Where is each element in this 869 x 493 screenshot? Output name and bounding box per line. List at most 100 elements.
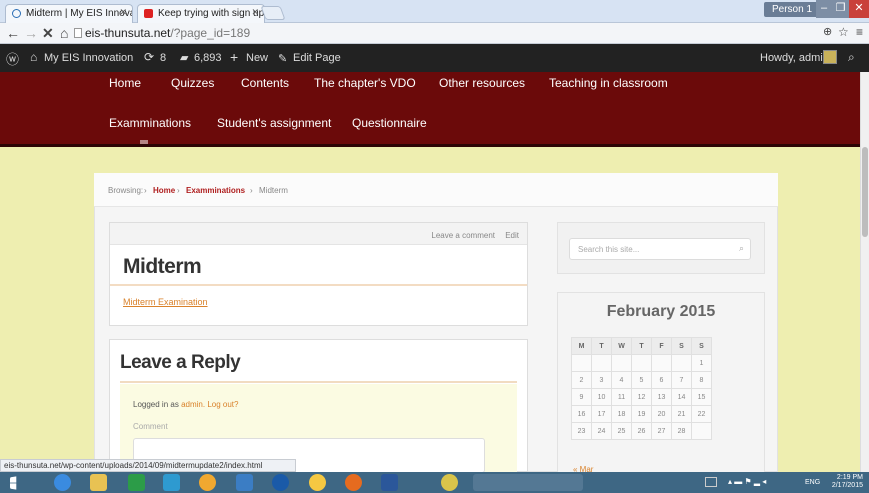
scrollbar-thumb[interactable]: [862, 147, 868, 237]
menu-contents[interactable]: Contents: [241, 76, 289, 90]
weekday-header: S: [691, 337, 712, 355]
calendar-day: 10: [591, 388, 612, 406]
page-icon: [74, 28, 82, 38]
new-tab-button[interactable]: [260, 6, 286, 20]
reply-divider: [120, 381, 517, 383]
breadcrumb-examminations[interactable]: Examminations: [186, 186, 245, 195]
bookmark-star-icon[interactable]: ☆: [838, 25, 849, 39]
avatar[interactable]: [823, 50, 837, 64]
admin-link[interactable]: admin.: [181, 400, 205, 409]
calendar-day: [631, 354, 652, 372]
menu-icon[interactable]: ≡: [856, 25, 863, 39]
url-path: /?page_id=189: [170, 26, 251, 40]
page-scrollbar[interactable]: [860, 72, 869, 472]
logout-link[interactable]: Log out?: [207, 400, 238, 409]
forward-arrow-icon[interactable]: →: [24, 25, 38, 41]
weekday-header: T: [591, 337, 612, 355]
menu-quizzes[interactable]: Quizzes: [171, 76, 214, 90]
house-icon: ⌂: [30, 50, 38, 64]
calendar-day: 4: [611, 371, 632, 389]
calendar-day: [611, 354, 632, 372]
tab-youtube[interactable]: Keep trying with sign up t ✕: [137, 4, 265, 23]
plus-icon: +: [230, 49, 239, 65]
file-explorer-icon[interactable]: [90, 474, 107, 491]
calendar-day: 11: [611, 388, 632, 406]
calendar-day: 7: [671, 371, 692, 389]
url-host: eis-thunsuta.net: [85, 26, 171, 40]
calendar-day: 3: [591, 371, 612, 389]
calendar-day: 17: [591, 405, 612, 423]
reply-title: Leave a Reply: [120, 352, 241, 373]
back-arrow-icon[interactable]: ←: [6, 25, 20, 41]
close-tab-icon[interactable]: ✕: [119, 7, 127, 18]
calendar-day: [591, 354, 612, 372]
firefox-icon[interactable]: [345, 474, 362, 491]
zoom-icon[interactable]: ⊕: [823, 25, 832, 38]
search-icon[interactable]: ⌕: [848, 50, 855, 65]
edit-link[interactable]: Edit: [505, 231, 519, 240]
profile-button[interactable]: Person 1: [764, 2, 821, 17]
calendar-day: 14: [671, 388, 692, 406]
taskbar-clock[interactable]: 2:19 PM 2/17/2015: [832, 474, 863, 490]
windows-start-icon[interactable]: [10, 476, 17, 490]
minimize-icon[interactable]: –: [816, 0, 832, 18]
hp-icon[interactable]: [272, 474, 289, 491]
breadcrumb-separator: ›: [144, 186, 147, 195]
network-app-icon[interactable]: [236, 474, 253, 491]
weekday-header: M: [571, 337, 592, 355]
calendar-day: 22: [691, 405, 712, 423]
site-name-link[interactable]: My EIS Innovation: [44, 52, 133, 64]
close-tab-icon[interactable]: ✕: [251, 7, 259, 18]
howdy-link[interactable]: Howdy, admin: [760, 52, 829, 64]
calendar-day: [651, 354, 672, 372]
breadcrumb-separator: ›: [177, 186, 180, 195]
menu-examminations[interactable]: Examminations: [109, 116, 191, 130]
sun-app-icon[interactable]: [309, 474, 326, 491]
comment-bubble-icon: ▰: [180, 52, 189, 64]
photos-icon[interactable]: [163, 474, 180, 491]
wordpress-logo-icon[interactable]: ⓦ: [6, 49, 19, 68]
internet-explorer-icon[interactable]: [54, 474, 71, 491]
menu-home[interactable]: Home: [109, 76, 141, 90]
address-bar: ← → ✕ ⌂ eis-thunsuta.net/?page_id=189 ⊕ …: [0, 23, 869, 44]
store-icon[interactable]: [128, 474, 145, 491]
home-icon[interactable]: ⌂: [60, 25, 68, 41]
restore-icon[interactable]: ❐: [832, 0, 849, 18]
active-menu-indicator: [140, 140, 148, 144]
close-window-icon[interactable]: ✕: [849, 0, 869, 18]
search-input[interactable]: Search this site... ⌕: [569, 238, 751, 260]
menu-chapter-vdo[interactable]: The chapter's VDO: [314, 76, 416, 90]
updates-count[interactable]: 8: [160, 52, 166, 64]
main-menu: Home Quizzes Contents The chapter's VDO …: [0, 72, 869, 147]
edit-page-link[interactable]: Edit Page: [293, 52, 341, 64]
calendar-title: February 2015: [606, 303, 716, 320]
url-field[interactable]: eis-thunsuta.net/?page_id=189: [85, 26, 250, 40]
midterm-examination-link[interactable]: Midterm Examination: [123, 297, 208, 307]
new-link[interactable]: New: [246, 52, 268, 64]
chrome-icon[interactable]: [441, 474, 458, 491]
tray-icons[interactable]: ▴ ▬ ⚑ ▂ ◂: [728, 477, 766, 486]
breadcrumb-separator: ›: [250, 186, 253, 195]
leave-comment-link[interactable]: Leave a comment: [431, 231, 495, 240]
search-icon[interactable]: ⌕: [739, 243, 744, 254]
wordpress-favicon-icon: [12, 9, 21, 18]
comments-count[interactable]: 6,893: [194, 52, 222, 64]
breadcrumb-home[interactable]: Home: [153, 186, 175, 195]
calendar-day: [571, 354, 592, 372]
menu-questionnaire[interactable]: Questionnaire: [352, 116, 427, 130]
search-widget: Search this site... ⌕: [557, 222, 765, 274]
menu-students-assignment[interactable]: Student's assignment: [217, 116, 331, 130]
status-url: eis-thunsuta.net/wp-content/uploads/2014…: [0, 459, 296, 472]
keyboard-icon[interactable]: [705, 477, 717, 487]
calendar-day: [691, 422, 712, 440]
tab-midterm[interactable]: Midterm | My EIS Innovati ✕: [5, 4, 133, 23]
language-indicator[interactable]: ENG: [805, 479, 820, 486]
media-player-icon[interactable]: [199, 474, 216, 491]
calendar-day: 1: [691, 354, 712, 372]
pencil-icon: ✎: [278, 53, 288, 65]
word-icon[interactable]: [381, 474, 398, 491]
menu-teaching-in-classroom[interactable]: Teaching in classroom: [549, 76, 668, 90]
menu-other-resources[interactable]: Other resources: [439, 76, 525, 90]
post-article: Leave a comment Edit Midterm Midterm Exa…: [109, 222, 528, 326]
stop-icon[interactable]: ✕: [42, 25, 54, 42]
